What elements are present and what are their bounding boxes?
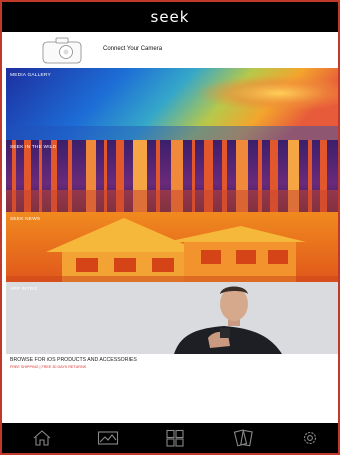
tile-seek-news[interactable]: SEEK NEWS	[6, 212, 339, 284]
settings-icon[interactable]	[299, 429, 321, 447]
grid-icon[interactable]	[164, 429, 186, 447]
home-icon[interactable]	[31, 429, 53, 447]
connect-camera-label: Connect Your Camera	[103, 46, 163, 52]
connect-camera-row[interactable]: Connect Your Camera	[2, 32, 338, 68]
tile-label: APP INTRO	[10, 287, 38, 292]
browse-products-link[interactable]: BROWSE FOR iOS PRODUCTS AND ACCESSORIES …	[10, 357, 137, 369]
bottom-nav-bar	[2, 423, 338, 453]
tile-seek-in-the-wild[interactable]: SEEK IN THE WILD	[6, 140, 339, 212]
tile-label: SEEK NEWS	[10, 217, 41, 222]
camera-icon	[42, 37, 82, 64]
browse-subtitle: FREE SHIPPING | FREE 30 DAYS RETURNS	[10, 365, 87, 369]
tile-media-gallery[interactable]: MEDIA GALLERY	[6, 68, 339, 140]
browse-title: BROWSE FOR iOS PRODUCTS AND ACCESSORIES	[10, 357, 137, 363]
gallery-icon[interactable]	[97, 429, 119, 447]
tile-label: SEEK IN THE WILD	[10, 145, 57, 150]
tile-label: MEDIA GALLERY	[10, 73, 51, 78]
brand-logo: seek	[150, 8, 190, 26]
cards-icon[interactable]	[232, 429, 254, 447]
top-bar: seek	[2, 2, 338, 32]
tile-app-intro[interactable]: APP INTRO	[6, 282, 339, 354]
